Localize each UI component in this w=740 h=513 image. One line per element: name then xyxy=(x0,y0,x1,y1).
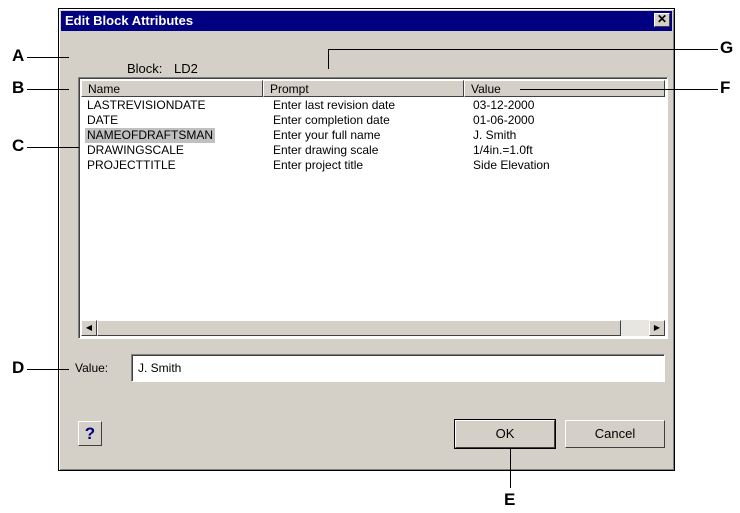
attribute-rows: LASTREVISIONDATE Enter last revision date… xyxy=(81,98,665,173)
attributes-list[interactable]: Name Prompt Value LASTREVISIONDATE Enter … xyxy=(78,77,668,339)
callout-g-line xyxy=(328,49,718,50)
attribute-name: DATE xyxy=(87,113,119,127)
value-input[interactable]: J. Smith xyxy=(131,354,665,382)
callout-b: B xyxy=(12,78,25,97)
attribute-name: DRAWINGSCALE xyxy=(87,143,184,157)
column-header-name[interactable]: Name xyxy=(81,80,263,97)
callout-f-line xyxy=(520,89,718,90)
dialog-title: Edit Block Attributes xyxy=(65,13,194,28)
attribute-prompt: Enter your full name xyxy=(273,128,381,142)
callout-d: D xyxy=(12,358,25,377)
callout-d-line xyxy=(27,369,69,370)
attribute-name: NAMEOFDRAFTSMAN xyxy=(85,128,215,143)
attribute-name: LASTREVISIONDATE xyxy=(87,98,206,112)
callout-e: E xyxy=(504,490,516,509)
table-row[interactable]: PROJECTTITLE Enter project title Side Elev… xyxy=(81,158,665,173)
horizontal-scrollbar[interactable]: ◀ ▶ xyxy=(81,320,665,336)
column-header-prompt[interactable]: Prompt xyxy=(263,80,464,97)
block-info: Block: LD2 xyxy=(127,61,206,76)
callout-g: G xyxy=(720,38,734,57)
scroll-right-icon[interactable]: ▶ xyxy=(649,320,665,336)
block-value: LD2 xyxy=(174,61,198,76)
callout-e-line xyxy=(510,448,511,488)
dialog-titlebar: Edit Block Attributes ✕ xyxy=(61,11,672,31)
value-label: Value: xyxy=(75,361,109,375)
table-row[interactable]: NAMEOFDRAFTSMAN Enter your full name J. Sm… xyxy=(81,128,665,143)
attribute-prompt: Enter completion date xyxy=(273,113,390,127)
attribute-value: J. Smith xyxy=(473,128,517,142)
attribute-value: Side Elevation xyxy=(473,158,550,172)
attribute-value: 1/4in.=1.0ft xyxy=(473,143,533,157)
cancel-button[interactable]: Cancel xyxy=(565,420,665,448)
block-label: Block: xyxy=(127,61,163,76)
callout-c-line xyxy=(27,147,79,148)
table-row[interactable]: DATE Enter completion date 01-06-2000 xyxy=(81,113,665,128)
scroll-thumb[interactable] xyxy=(97,320,621,336)
help-button[interactable]: ? xyxy=(78,421,102,446)
callout-g-drop xyxy=(328,49,329,69)
edit-block-attributes-dialog: Edit Block Attributes ✕ Block: LD2 Name … xyxy=(58,8,675,471)
callout-a-line xyxy=(27,57,69,58)
ok-button[interactable]: OK xyxy=(454,419,556,449)
table-row[interactable]: DRAWINGSCALE Enter drawing scale 1/4in.=1.… xyxy=(81,143,665,158)
attribute-value: 03-12-2000 xyxy=(473,98,535,112)
close-icon[interactable]: ✕ xyxy=(654,13,670,27)
attribute-prompt: Enter project title xyxy=(273,158,364,172)
attribute-name: PROJECTTITLE xyxy=(87,158,176,172)
callout-f: F xyxy=(720,78,731,97)
attribute-value: 01-06-2000 xyxy=(473,113,535,127)
callout-a: A xyxy=(12,46,25,65)
attribute-prompt: Enter last revision date xyxy=(273,98,396,112)
scroll-left-icon[interactable]: ◀ xyxy=(81,320,97,336)
callout-b-line xyxy=(27,89,69,90)
callout-c: C xyxy=(12,136,25,155)
table-row[interactable]: LASTREVISIONDATE Enter last revision date… xyxy=(81,98,665,113)
attribute-prompt: Enter drawing scale xyxy=(273,143,379,157)
